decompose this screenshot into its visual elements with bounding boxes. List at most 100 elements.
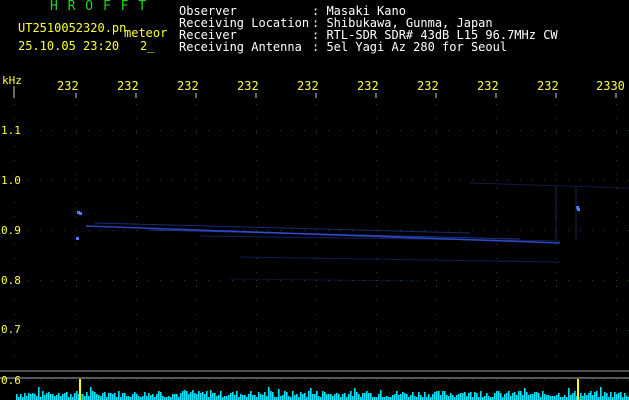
- power-bar: [516, 395, 518, 400]
- power-bar: [56, 395, 58, 400]
- grid-dot: [616, 380, 617, 381]
- x-tick-label: 232: [297, 79, 319, 93]
- grid-dot: [100, 280, 101, 281]
- grid-dot: [268, 230, 269, 231]
- grid-dot: [556, 356, 557, 357]
- grid-dot: [52, 180, 53, 181]
- power-bar: [322, 391, 324, 400]
- power-bar: [232, 392, 234, 400]
- grid-dot: [14, 118, 15, 119]
- grid-dot: [376, 174, 377, 175]
- power-bar: [446, 395, 448, 400]
- power-bar: [464, 392, 466, 400]
- power-bar: [438, 391, 440, 400]
- grid-dot: [316, 328, 317, 329]
- grid-dot: [328, 130, 329, 131]
- grid-dot: [256, 300, 257, 301]
- power-bar: [458, 394, 460, 400]
- grid-dot: [304, 380, 305, 381]
- grid-dot: [52, 280, 53, 281]
- power-bar: [460, 393, 462, 400]
- grid-dot: [496, 330, 497, 331]
- grid-dot: [316, 132, 317, 133]
- grid-dot: [172, 180, 173, 181]
- grid-dot: [196, 300, 197, 301]
- power-bar: [594, 392, 596, 400]
- power-bar: [558, 393, 560, 400]
- power-bar: [280, 396, 282, 400]
- grid-dot: [412, 180, 413, 181]
- power-bar: [66, 392, 68, 400]
- grid-dot: [28, 280, 29, 281]
- power-bar: [200, 393, 202, 400]
- grid-dot: [256, 174, 257, 175]
- power-bar: [262, 395, 264, 400]
- grid-dot: [196, 380, 197, 381]
- grid-dot: [292, 230, 293, 231]
- grid-dot: [28, 330, 29, 331]
- grid-dot: [424, 230, 425, 231]
- grid-dot: [208, 130, 209, 131]
- grid-dot: [580, 330, 581, 331]
- power-bar: [142, 396, 144, 400]
- grid-dot: [304, 230, 305, 231]
- grid-dot: [76, 146, 77, 147]
- power-bar: [620, 392, 622, 400]
- grid-dot: [220, 130, 221, 131]
- grid-dot: [280, 280, 281, 281]
- grid-dot: [196, 118, 197, 119]
- grid-dot: [436, 286, 437, 287]
- power-bar: [176, 394, 178, 400]
- grid-dot: [76, 160, 77, 161]
- grid-dot: [316, 244, 317, 245]
- grid-dot: [376, 118, 377, 119]
- grid-dot: [556, 244, 557, 245]
- power-bar: [98, 395, 100, 400]
- power-bar: [626, 396, 628, 400]
- grid-dot: [520, 230, 521, 231]
- info-value-antenna: : 5el Yagi Az 280 for Seoul: [312, 40, 508, 54]
- power-bar: [386, 396, 388, 400]
- power-bar: [156, 394, 158, 400]
- grid-dot: [460, 330, 461, 331]
- grid-dot: [208, 180, 209, 181]
- grid-dot: [52, 380, 53, 381]
- grid-dot: [508, 280, 509, 281]
- grid-dot: [208, 280, 209, 281]
- grid-dot: [268, 130, 269, 131]
- power-bar: [452, 395, 454, 400]
- grid-dot: [496, 258, 497, 259]
- grid-dot: [556, 160, 557, 161]
- grid-dot: [14, 244, 15, 245]
- grid-dot: [376, 216, 377, 217]
- power-bar: [310, 388, 312, 400]
- power-bar: [396, 391, 398, 400]
- grid-dot: [184, 180, 185, 181]
- grid-dot: [616, 180, 617, 181]
- power-bar: [30, 394, 32, 400]
- grid-dot: [436, 230, 437, 231]
- grid-dot: [604, 180, 605, 181]
- power-bar: [428, 394, 430, 400]
- grid-dot: [436, 300, 437, 301]
- grid-dot: [220, 280, 221, 281]
- power-bar: [196, 394, 198, 400]
- power-bar: [424, 392, 426, 400]
- grid-dot: [496, 272, 497, 273]
- grid-dot: [172, 130, 173, 131]
- grid-dot: [376, 146, 377, 147]
- grid-dot: [340, 380, 341, 381]
- grid-dot: [592, 380, 593, 381]
- grid-dot: [40, 180, 41, 181]
- power-bar: [44, 395, 46, 400]
- grid-dot: [496, 188, 497, 189]
- grid-dot: [256, 188, 257, 189]
- grid-dot: [556, 104, 557, 105]
- grid-dot: [124, 230, 125, 231]
- grid-dot: [376, 328, 377, 329]
- grid-dot: [520, 180, 521, 181]
- power-bar: [294, 395, 296, 400]
- grid-dot: [196, 180, 197, 181]
- grid-dot: [472, 330, 473, 331]
- grid-dot: [196, 356, 197, 357]
